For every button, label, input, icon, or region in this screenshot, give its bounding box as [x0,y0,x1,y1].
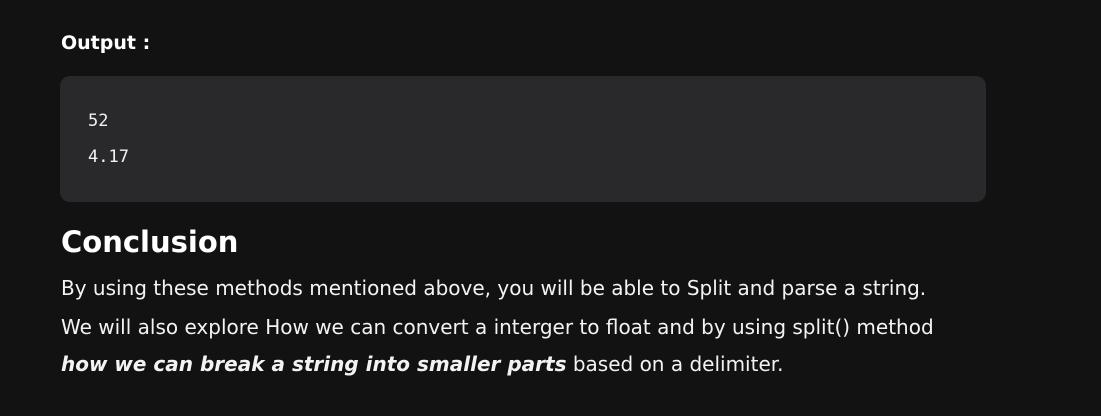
conclusion-heading: Conclusion [61,225,239,259]
conclusion-paragraph-line-1: By using these methods mentioned above, … [61,276,927,300]
code-output-block [60,76,986,202]
conclusion-paragraph-line-2: We will also explore How we can convert … [61,315,934,339]
code-line-2: 4.17 [88,147,129,167]
emphasized-text: how we can break a string into smaller p… [61,352,567,376]
code-output-lines: 52 4.17 [88,103,129,175]
code-line-1: 52 [88,111,109,131]
paragraph-text-rest: based on a delimiter. [566,352,784,376]
conclusion-paragraph-line-3: how we can break a string into smaller p… [61,350,784,378]
output-label: Output : [61,32,151,54]
